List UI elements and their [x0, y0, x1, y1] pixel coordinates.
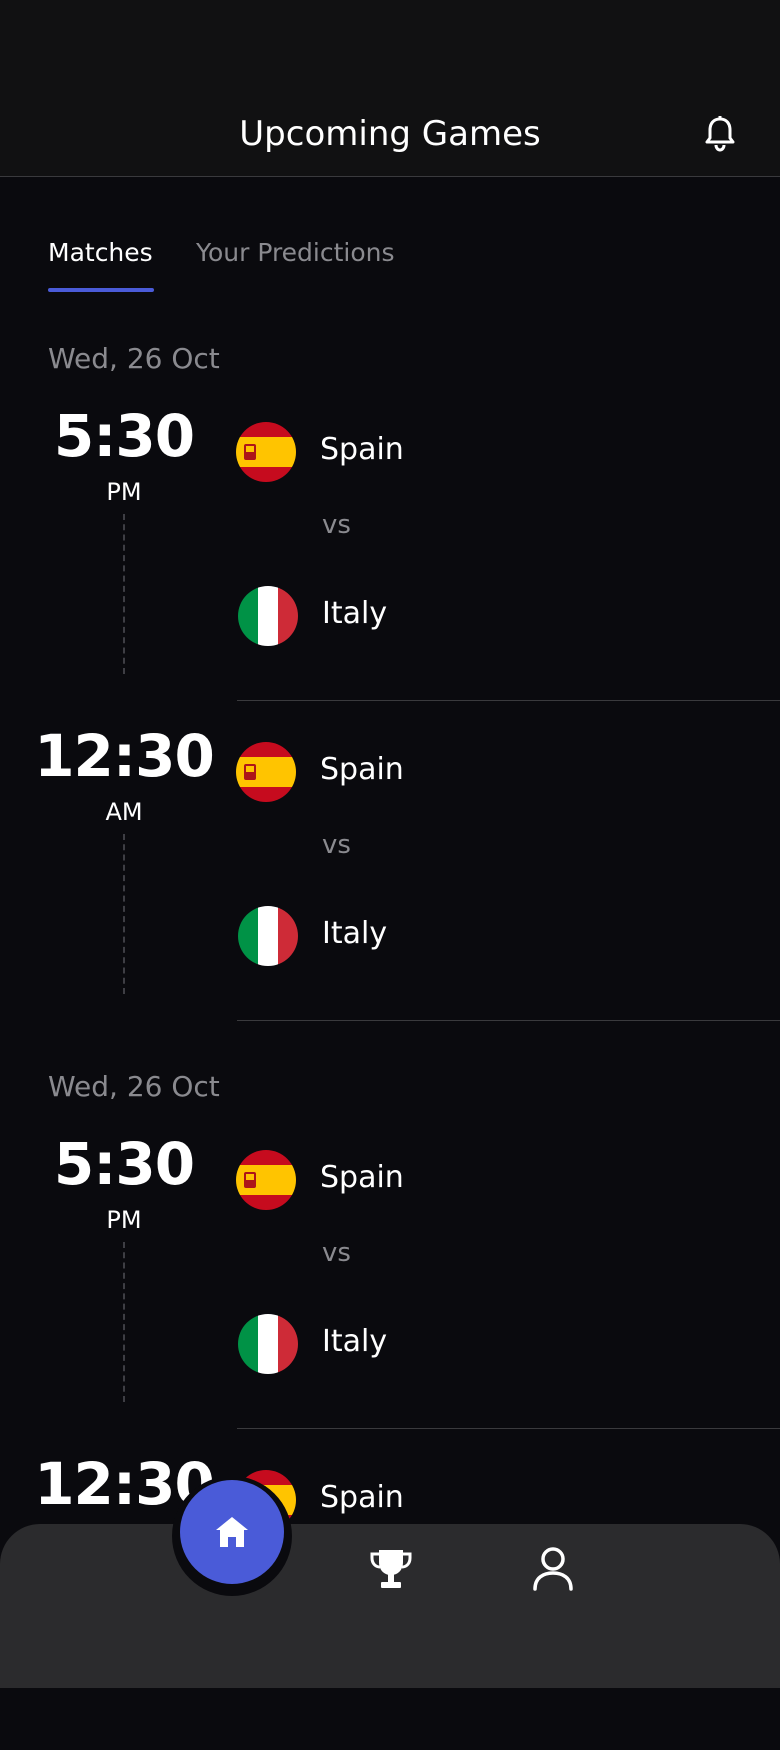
home-team-name: Spain — [320, 1480, 404, 1515]
match-ampm: AM — [105, 798, 143, 826]
home-team-name: Spain — [320, 752, 404, 787]
tab-your-predictions[interactable]: Your Predictions — [196, 238, 395, 267]
spain-flag-icon — [236, 1150, 296, 1210]
app-header: Upcoming Games — [0, 90, 780, 177]
away-team-name: Italy — [322, 916, 388, 951]
match-divider — [237, 700, 780, 701]
match-divider — [237, 1428, 780, 1429]
match-divider — [237, 1020, 780, 1021]
away-team-name: Italy — [322, 1324, 388, 1359]
vs-label: vs — [322, 830, 351, 860]
match-ampm: PM — [106, 478, 142, 506]
home-icon — [216, 1517, 248, 1547]
match-card[interactable]: 5:30 PM Spain vs Italy — [0, 1110, 780, 1430]
timeline-divider — [123, 1242, 125, 1402]
home-team-name: Spain — [320, 1160, 404, 1195]
spain-flag-icon — [236, 422, 296, 482]
status-bar-area — [0, 0, 780, 90]
trophy-icon[interactable] — [368, 1546, 414, 1592]
match-time: 5:30 — [53, 402, 195, 470]
timeline-divider — [123, 514, 125, 674]
tab-matches[interactable]: Matches — [48, 238, 153, 267]
page-title: Upcoming Games — [239, 114, 541, 154]
bell-icon[interactable] — [700, 114, 740, 154]
tab-bar: Matches Your Predictions — [0, 176, 780, 296]
vs-label: vs — [322, 1238, 351, 1268]
home-team-name: Spain — [320, 432, 404, 467]
profile-icon[interactable] — [532, 1546, 574, 1592]
timeline-divider — [123, 834, 125, 994]
match-card[interactable]: 12:30 AM Spain vs Italy — [0, 702, 780, 1022]
date-header: Wed, 26 Oct — [48, 342, 220, 375]
match-ampm: PM — [106, 1206, 142, 1234]
spain-flag-icon — [236, 742, 296, 802]
match-time: 12:30 — [34, 722, 215, 790]
active-tab-indicator — [48, 288, 154, 292]
match-card[interactable]: 5:30 PM Spain vs Italy — [0, 382, 780, 702]
vs-label: vs — [322, 510, 351, 540]
italy-flag-icon — [238, 906, 298, 966]
nav-home-button[interactable] — [180, 1480, 284, 1584]
match-time: 5:30 — [53, 1130, 195, 1198]
date-header: Wed, 26 Oct — [48, 1070, 220, 1103]
italy-flag-icon — [238, 586, 298, 646]
italy-flag-icon — [238, 1314, 298, 1374]
away-team-name: Italy — [322, 596, 388, 631]
